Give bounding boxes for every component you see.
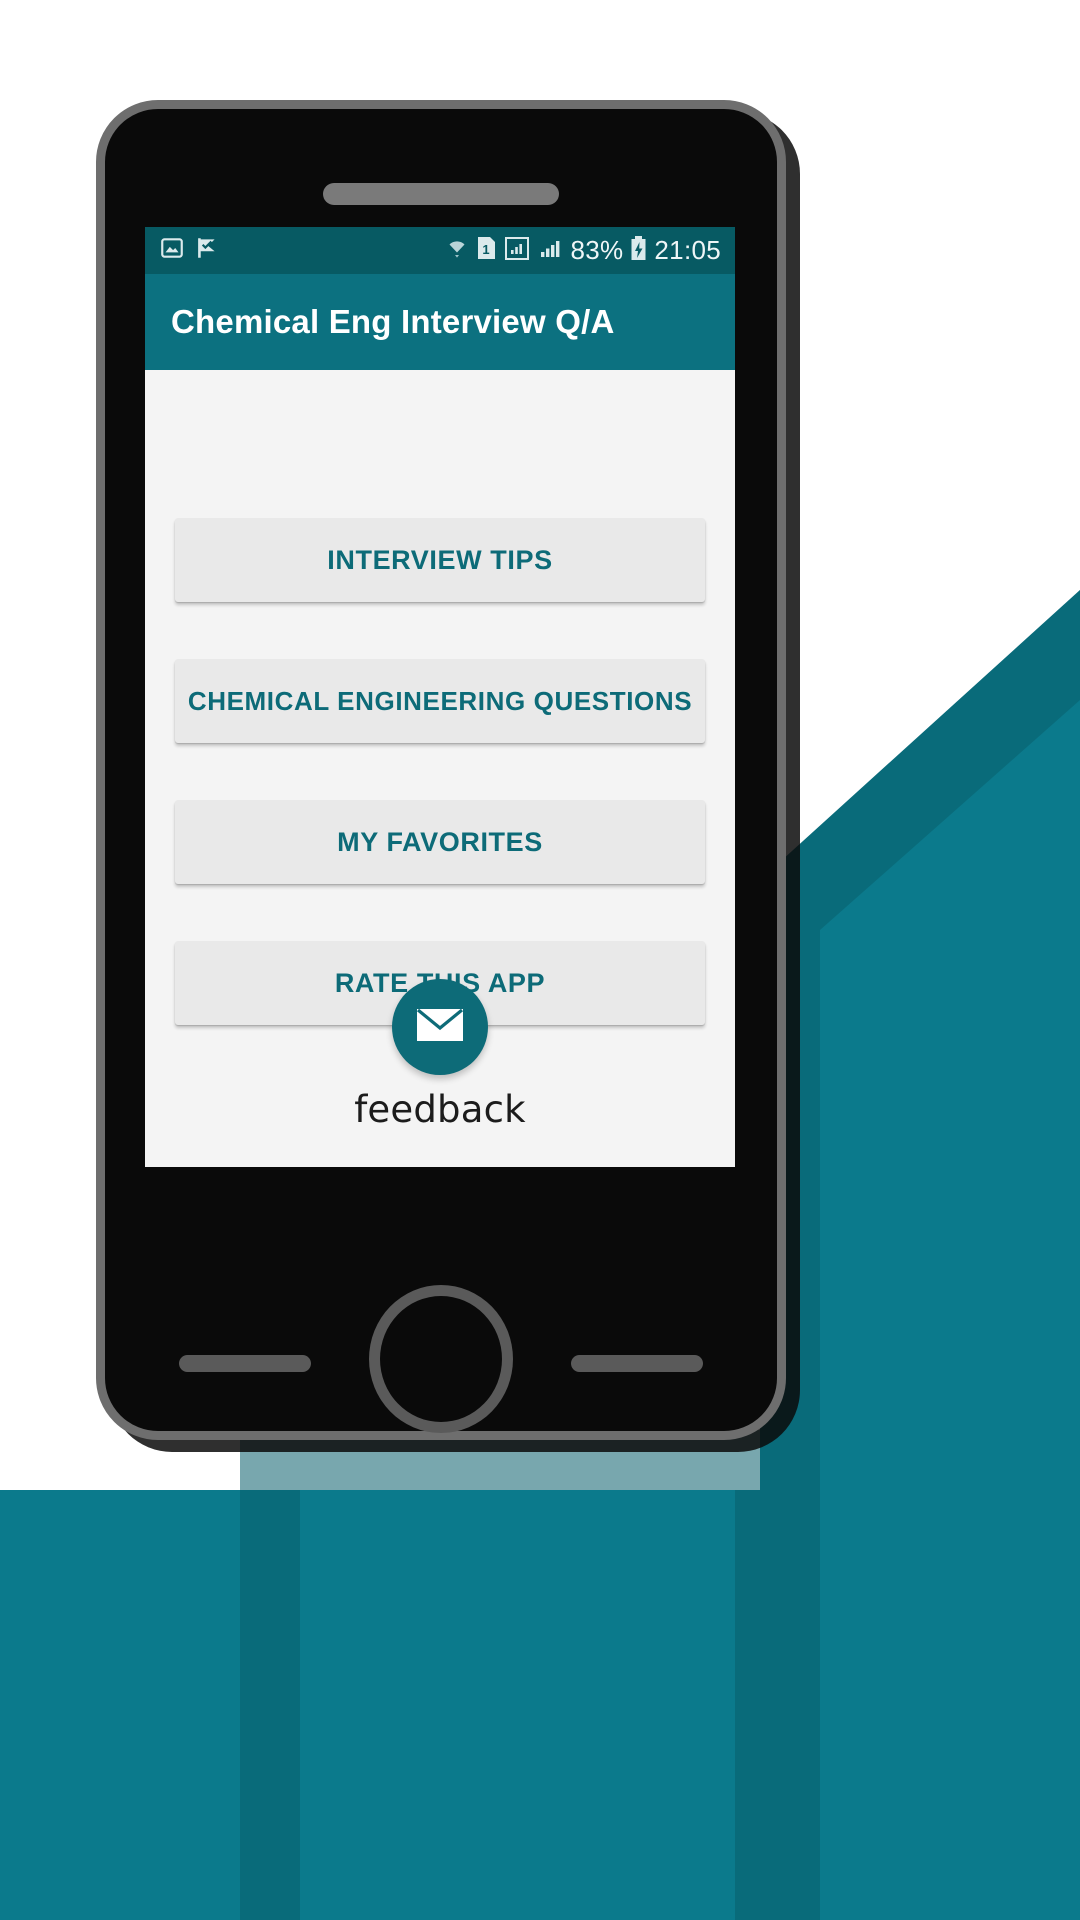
main-content: INTERVIEW TIPS CHEMICAL ENGINEERING QUES… (145, 370, 735, 1167)
recents-key[interactable] (179, 1355, 311, 1372)
back-key[interactable] (571, 1355, 703, 1372)
feedback-section: feedback (145, 979, 735, 1131)
app-bar: Chemical Eng Interview Q/A (145, 274, 735, 370)
feedback-button[interactable] (392, 979, 488, 1075)
svg-text:1: 1 (483, 242, 490, 257)
speaker-grille (323, 183, 559, 205)
sim-1-icon: 1 (476, 235, 497, 266)
image-icon (159, 235, 185, 266)
signal-boxed-icon (504, 235, 530, 266)
my-favorites-button[interactable]: MY FAVORITES (175, 800, 705, 884)
chemical-engineering-questions-button[interactable]: CHEMICAL ENGINEERING QUESTIONS (175, 659, 705, 743)
envelope-icon (415, 1006, 465, 1049)
signal-bars-icon (537, 235, 563, 266)
phone-device: 1 83% 21:05 Chemical Eng Interview Q/A I… (96, 100, 786, 1440)
battery-percent-label: 83% (570, 235, 624, 265)
wifi-icon (445, 235, 469, 266)
status-bar: 1 83% 21:05 (145, 227, 735, 274)
phone-screen: 1 83% 21:05 Chemical Eng Interview Q/A I… (145, 227, 735, 1167)
feedback-label: feedback (354, 1088, 526, 1131)
battery-charging-icon (630, 235, 647, 266)
interview-tips-button[interactable]: INTERVIEW TIPS (175, 518, 705, 602)
home-button[interactable] (369, 1285, 513, 1433)
flag-check-icon (194, 235, 220, 266)
clock-label: 21:05 (654, 235, 721, 265)
page-title: Chemical Eng Interview Q/A (171, 303, 615, 340)
